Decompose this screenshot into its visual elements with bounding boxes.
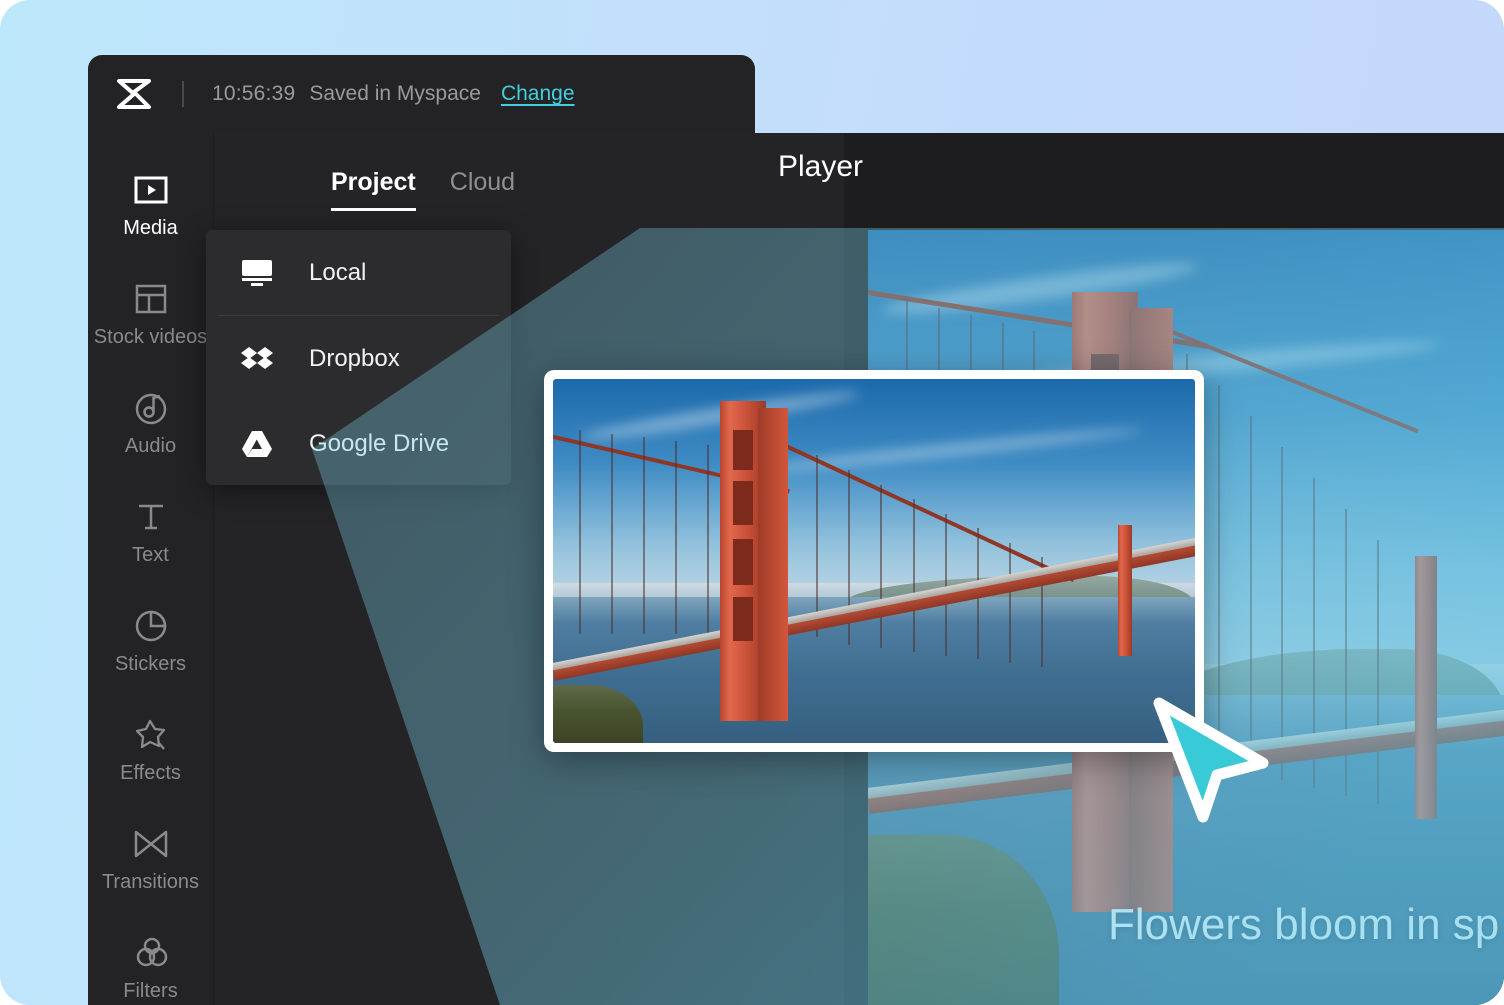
menu-item-google-drive[interactable]: Google Drive: [206, 401, 511, 486]
sticker-circle-icon: [134, 607, 168, 645]
upload-dropdown-menu: Local Dropbox Google Drive: [206, 230, 511, 485]
menu-item-dropbox[interactable]: Dropbox: [206, 316, 511, 401]
media-panel-tabs: Project Cloud: [214, 133, 844, 211]
filters-circles-icon: [134, 934, 168, 972]
menu-item-local[interactable]: Local: [206, 230, 511, 315]
sidebar-label-stickers: Stickers: [114, 653, 187, 675]
sidebar-item-transitions[interactable]: Transitions: [88, 825, 213, 894]
capcut-logo-icon[interactable]: [112, 74, 156, 114]
bridge-tower-far: [1117, 524, 1132, 656]
screenshot-stage: 10:56:39 Saved in Myspace Change Media S…: [0, 0, 1504, 1005]
google-drive-icon: [240, 429, 274, 459]
player-title: Player: [778, 150, 864, 183]
menu-label-dropbox: Dropbox: [309, 344, 400, 372]
effects-star-icon: [134, 716, 168, 754]
sea: [553, 597, 1195, 743]
bridge-tower-main-rear: [758, 408, 789, 722]
sidebar-item-stock-videos[interactable]: Stock videos: [88, 280, 213, 349]
sidebar-item-audio[interactable]: Audio: [88, 389, 213, 458]
sidebar-label-media: Media: [123, 217, 178, 239]
save-status: Saved in Myspace: [309, 82, 481, 105]
dragged-media-thumbnail[interactable]: [544, 370, 1204, 752]
change-workspace-link[interactable]: Change: [501, 82, 575, 106]
sidebar-label-filters: Filters: [123, 980, 178, 1002]
text-t-icon: [135, 498, 167, 536]
dragged-thumbnail-image: [553, 379, 1195, 743]
sidebar-label-transitions: Transitions: [101, 871, 200, 893]
monitor-icon: [240, 258, 274, 288]
sidebar-label-audio: Audio: [124, 435, 177, 457]
title-bar: 10:56:39 Saved in Myspace Change: [88, 55, 755, 133]
cursor-arrow-icon: [1145, 695, 1277, 828]
transitions-bowtie-icon: [133, 825, 169, 863]
sidebar-label-text: Text: [132, 544, 169, 566]
left-sidebar: Media Stock videos Audio Text Stickers E…: [88, 133, 213, 1005]
sidebar-item-filters[interactable]: Filters: [88, 934, 213, 1003]
media-play-icon: [134, 171, 168, 209]
sidebar-item-stickers[interactable]: Stickers: [88, 607, 213, 676]
tab-cloud[interactable]: Cloud: [450, 168, 515, 211]
sidebar-label-stock-videos: Stock videos: [93, 326, 208, 348]
sidebar-item-effects[interactable]: Effects: [88, 716, 213, 785]
layout-grid-icon: [135, 280, 167, 318]
sidebar-item-text[interactable]: Text: [88, 498, 213, 567]
sidebar-item-media[interactable]: Media: [88, 171, 213, 240]
video-caption: Flowers bloom in sp: [1108, 900, 1500, 949]
audio-note-icon: [134, 389, 168, 427]
menu-label-local: Local: [309, 258, 367, 286]
tab-project[interactable]: Project: [331, 168, 416, 211]
timestamp: 10:56:39: [212, 82, 296, 105]
title-bar-divider: [182, 81, 184, 107]
bridge-tower-far: [1414, 555, 1437, 819]
dropbox-icon: [240, 344, 274, 374]
sidebar-label-effects: Effects: [120, 762, 181, 784]
menu-label-google-drive: Google Drive: [309, 429, 450, 457]
